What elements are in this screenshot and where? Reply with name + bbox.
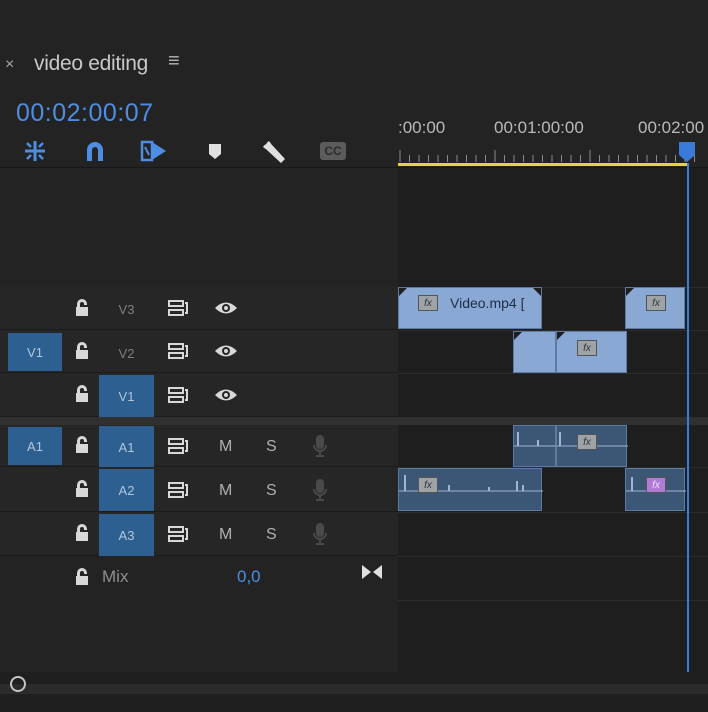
clip-corner — [399, 288, 407, 296]
video-audio-separator[interactable] — [0, 417, 708, 425]
lock-track-icon[interactable] — [70, 339, 94, 363]
mute-button[interactable]: M — [219, 526, 232, 544]
clip-corner — [557, 332, 565, 340]
clip-name: Video.mp4 [ — [450, 295, 525, 311]
row-divider — [398, 600, 708, 601]
fx-badge[interactable]: fx — [418, 477, 438, 493]
mix-label: Mix — [102, 567, 129, 586]
track-label-v3[interactable]: V3 — [99, 302, 154, 317]
audio-clip[interactable]: fx — [625, 468, 686, 511]
ruler-time-label: :00:00 — [398, 118, 446, 137]
fx-badge[interactable]: fx — [577, 434, 597, 450]
track-header-a2[interactable] — [0, 467, 398, 512]
sync-lock-icon[interactable] — [166, 296, 190, 320]
add-marker-icon[interactable] — [198, 136, 232, 166]
video-clip[interactable]: fx Video.mp4 [ — [398, 287, 542, 329]
horizontal-scrollbar[interactable] — [0, 684, 708, 694]
panel-title-tab[interactable]: video editing — [34, 52, 148, 76]
captions-label: CC — [320, 142, 346, 160]
microphone-icon[interactable] — [308, 434, 332, 458]
playhead-handle[interactable] — [678, 141, 696, 163]
sync-lock-icon[interactable] — [166, 522, 190, 546]
track-header-v1[interactable] — [0, 373, 398, 417]
panel-menu-icon[interactable]: ≡ — [168, 50, 180, 73]
playhead-timecode[interactable]: 00:02:00:07 — [16, 99, 154, 128]
lock-track-icon[interactable] — [70, 477, 94, 501]
mute-button[interactable]: M — [219, 482, 232, 500]
lock-track-icon[interactable] — [70, 296, 94, 320]
go-to-in-out-icon[interactable] — [360, 560, 384, 584]
track-target-v1[interactable]: V1 — [99, 375, 154, 417]
lock-track-icon[interactable] — [70, 521, 94, 545]
sync-lock-icon[interactable] — [166, 478, 190, 502]
fx-badge[interactable]: fx — [646, 477, 666, 493]
ruler-time-label: 00:01:00:00 — [494, 118, 584, 137]
mix-volume-value[interactable]: 0,0 — [237, 567, 261, 587]
video-clip[interactable]: fx — [556, 331, 627, 373]
lock-track-icon[interactable] — [70, 565, 94, 589]
track-header-v3[interactable] — [0, 287, 398, 330]
sync-lock-icon[interactable] — [166, 383, 190, 407]
video-clip[interactable] — [513, 331, 556, 373]
mute-button[interactable]: M — [219, 438, 232, 456]
solo-button[interactable]: S — [266, 526, 277, 544]
track-target-a1[interactable]: A1 — [99, 426, 154, 468]
captions-icon[interactable]: CC — [316, 136, 350, 166]
time-ruler[interactable] — [398, 150, 708, 162]
audio-clip[interactable]: fx — [398, 468, 543, 511]
eye-toggle-icon[interactable] — [214, 339, 238, 363]
empty-track-space — [0, 168, 398, 287]
eye-toggle-icon[interactable] — [214, 383, 238, 407]
panel-header — [0, 0, 708, 96]
row-divider — [398, 556, 708, 557]
video-clip[interactable]: fx — [625, 287, 685, 329]
clip-corner — [533, 288, 541, 296]
linked-selection-icon[interactable] — [136, 136, 170, 166]
solo-button[interactable]: S — [266, 438, 277, 456]
lock-track-icon[interactable] — [70, 382, 94, 406]
row-divider — [398, 373, 708, 374]
close-panel-button[interactable]: × — [5, 56, 14, 74]
clip-corner — [514, 332, 522, 340]
clip-corner — [626, 288, 634, 296]
source-patch-v1[interactable]: V1 — [8, 333, 62, 371]
work-area-bar[interactable] — [398, 163, 688, 166]
track-label-v2[interactable]: V2 — [99, 346, 154, 361]
ruler-time-label: 00:02:00 — [638, 118, 705, 137]
row-divider — [398, 512, 708, 513]
playhead-line[interactable] — [687, 163, 689, 674]
audio-clip[interactable] — [513, 425, 557, 467]
microphone-icon[interactable] — [308, 478, 332, 502]
mix-track-header[interactable] — [0, 556, 398, 600]
zoom-handle-icon[interactable] — [10, 676, 26, 692]
sync-lock-icon[interactable] — [166, 339, 190, 363]
microphone-icon[interactable] — [308, 522, 332, 546]
source-patch-a1[interactable]: A1 — [8, 427, 62, 465]
sync-lock-icon[interactable] — [166, 434, 190, 458]
track-target-a3[interactable]: A3 — [99, 514, 154, 556]
lock-track-icon[interactable] — [70, 433, 94, 457]
fx-badge[interactable]: fx — [646, 295, 666, 311]
track-header-a3[interactable] — [0, 512, 398, 556]
insert-nest-icon[interactable] — [18, 136, 52, 166]
fx-badge[interactable]: fx — [577, 340, 597, 356]
solo-button[interactable]: S — [266, 482, 277, 500]
track-target-a2[interactable]: A2 — [99, 469, 154, 511]
audio-clip[interactable]: fx — [556, 425, 628, 467]
eye-toggle-icon[interactable] — [214, 296, 238, 320]
fx-badge[interactable]: fx — [418, 295, 438, 311]
snap-magnet-icon[interactable] — [78, 136, 112, 166]
wrench-settings-icon[interactable] — [256, 136, 290, 166]
